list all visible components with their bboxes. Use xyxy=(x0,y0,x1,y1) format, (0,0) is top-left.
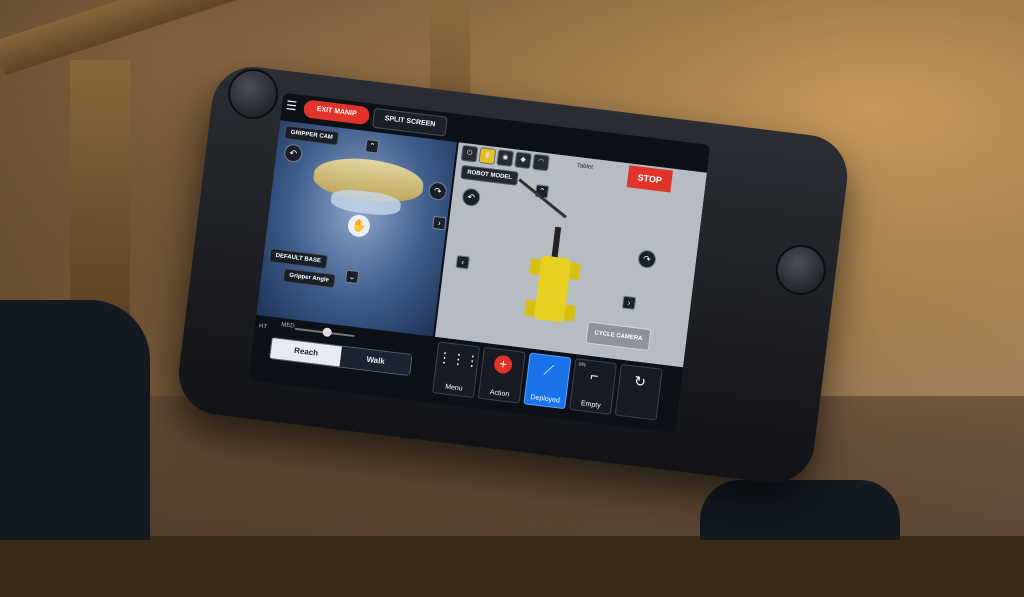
hamburger-menu-icon[interactable]: ☰ xyxy=(285,98,300,113)
mode-toggle[interactable]: Reach Walk xyxy=(269,336,413,377)
lease-icon[interactable]: ◆ xyxy=(514,151,533,170)
rotate-left-icon[interactable]: ↶ xyxy=(283,143,304,164)
gripper-angle-label: Gripper Angle xyxy=(282,267,336,289)
power-icon[interactable]: ⏻ xyxy=(460,144,479,163)
gripper-icon: ⌐ xyxy=(589,367,600,385)
deployed-button[interactable]: ⟋ Deployed xyxy=(523,352,572,410)
mode-walk[interactable]: Walk xyxy=(339,346,412,376)
menu-button[interactable]: ⋮⋮⋮ Menu xyxy=(432,341,481,399)
action-button[interactable]: + Action xyxy=(477,346,526,404)
eye-icon[interactable]: ◉ xyxy=(496,149,515,168)
tablet-screen: ☰ EXIT MANIP SPLIT SCREEN GRIPPER CAM ⌃ … xyxy=(248,92,711,433)
height-label: HT xyxy=(258,323,268,331)
rotate-right-icon[interactable]: ↷ xyxy=(427,181,448,202)
robot-leg xyxy=(569,262,581,281)
speed-label: MED xyxy=(280,322,295,330)
wifi-icon: ◠ xyxy=(532,153,550,172)
chevron-up-icon[interactable]: ⌃ xyxy=(364,139,380,154)
hand-icon[interactable]: ✋ xyxy=(346,213,372,239)
grid-icon: ⋮⋮⋮ xyxy=(436,348,481,370)
robot-leg xyxy=(529,258,542,276)
tool-label: Deployed xyxy=(530,394,561,405)
camera-select-dropdown[interactable]: GRIPPER CAM xyxy=(283,125,340,146)
refresh-button[interactable]: ↻ xyxy=(614,363,663,421)
battery-icon: ▮ xyxy=(478,147,497,165)
gripper-cam-view[interactable]: GRIPPER CAM ⌃ › ⌄ ↶ ↷ ✋ DEFAULT BASE Gri… xyxy=(256,120,457,337)
default-base-button[interactable]: DEFAULT BASE xyxy=(268,248,328,270)
speed-slider-knob[interactable] xyxy=(322,327,333,338)
robot-leg xyxy=(524,299,537,317)
robot-leg xyxy=(563,304,576,322)
arm-icon: ⟋ xyxy=(542,361,555,379)
chevron-right-icon[interactable]: › xyxy=(621,295,637,311)
gripper-button[interactable]: 0% ⌐ Empty xyxy=(569,358,618,415)
tool-label: Menu xyxy=(444,383,463,393)
plus-icon: + xyxy=(493,354,514,375)
chevron-down-icon[interactable]: ⌄ xyxy=(344,269,360,285)
refresh-icon: ↻ xyxy=(633,372,647,390)
chevron-right-icon[interactable]: › xyxy=(432,215,447,231)
mode-reach[interactable]: Reach xyxy=(270,338,343,367)
tool-label: Action xyxy=(489,389,510,399)
exit-manip-button[interactable]: EXIT MANIP xyxy=(302,99,371,126)
tool-label: Empty xyxy=(580,400,602,410)
chevron-left-icon[interactable]: ‹ xyxy=(455,254,470,270)
